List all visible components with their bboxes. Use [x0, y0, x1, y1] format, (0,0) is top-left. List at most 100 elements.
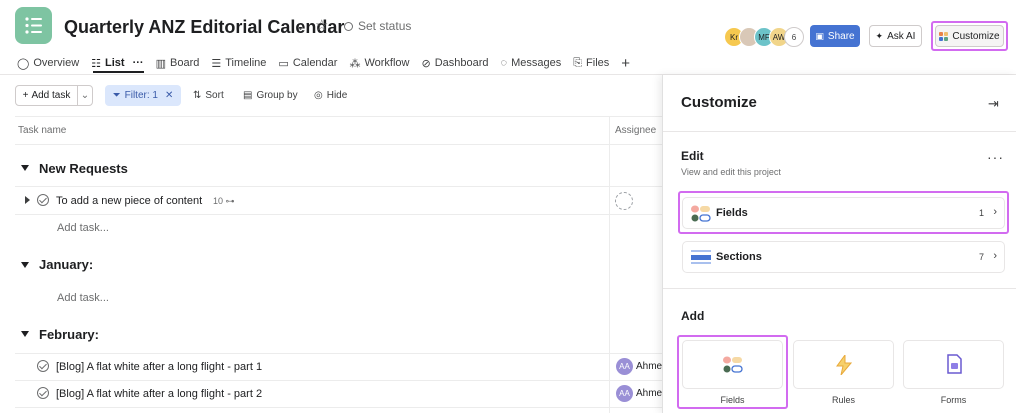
- tab-label: Dashboard: [434, 57, 489, 69]
- add-tab-button[interactable]: +: [621, 54, 631, 72]
- chevron-right-icon: ›: [993, 250, 997, 262]
- edit-section-title: Edit: [681, 149, 704, 163]
- row-divider: [15, 380, 663, 381]
- sections-count: 7: [978, 252, 984, 262]
- section-title[interactable]: New Requests: [39, 161, 128, 176]
- hide-button[interactable]: ◎ Hide: [314, 90, 347, 101]
- avatar[interactable]: AA: [616, 358, 633, 375]
- subtask-count[interactable]: 10 ⊶: [213, 196, 235, 207]
- sort-label: Sort: [205, 90, 224, 101]
- subtask-count-value: 10: [213, 196, 224, 206]
- add-task-main[interactable]: + Add task: [16, 86, 78, 105]
- task-name[interactable]: To add a new piece of content: [56, 195, 202, 207]
- sort-icon: ⇅: [193, 90, 202, 101]
- ask-ai-button[interactable]: ✦ Ask AI: [869, 25, 922, 47]
- column-header-task[interactable]: Task name: [18, 125, 66, 136]
- more-options-icon[interactable]: ···: [987, 149, 1004, 165]
- subtask-icon: ⊶: [225, 196, 235, 206]
- close-icon[interactable]: ✕: [165, 90, 173, 101]
- sections-label: Sections: [716, 251, 762, 263]
- column-divider: [609, 116, 610, 413]
- complete-task-checkbox[interactable]: [37, 387, 49, 399]
- tab-dashboard[interactable]: ⊘ Dashboard: [421, 55, 488, 71]
- calendar-icon: ▭: [278, 57, 289, 70]
- filter-button[interactable]: ⏷ Filter: 1 ✕: [105, 85, 181, 106]
- section-title[interactable]: February:: [39, 327, 99, 342]
- chevron-down-icon[interactable]: ⌄: [295, 18, 306, 34]
- expand-subtasks-icon[interactable]: [25, 196, 30, 204]
- sections-row[interactable]: Sections 7 ›: [682, 241, 1005, 273]
- tab-label: Timeline: [225, 57, 267, 69]
- tab-workflow[interactable]: ⁂ Workflow: [349, 55, 409, 71]
- avatar[interactable]: AA: [616, 385, 633, 402]
- customize-button[interactable]: Customize: [935, 25, 1004, 47]
- tab-label: Files: [586, 57, 610, 69]
- collapse-panel-icon[interactable]: ⇥: [988, 96, 999, 112]
- workflow-icon: ⁂: [349, 57, 361, 70]
- task-name[interactable]: [Blog] A flat white after a long flight …: [56, 388, 262, 400]
- fields-row-highlight: [678, 191, 1009, 234]
- task-name[interactable]: [Blog] A flat white after a long flight …: [56, 361, 262, 373]
- collapse-section-icon[interactable]: [21, 262, 29, 268]
- group-by-button[interactable]: ▤ Group by: [243, 90, 298, 101]
- customize-panel: Customize ⇥ Edit View and edit this proj…: [662, 75, 1016, 413]
- tab-label: Messages: [511, 57, 562, 69]
- share-icon: ▣: [815, 30, 824, 41]
- more-icon[interactable]: ···: [133, 57, 144, 69]
- project-icon[interactable]: [15, 7, 52, 44]
- tab-board[interactable]: ▥ Board: [156, 55, 200, 71]
- filter-icon: ⏷: [112, 90, 121, 101]
- add-task-inline[interactable]: Add task...: [57, 292, 109, 304]
- active-tab-indicator: [93, 71, 144, 73]
- row-divider: [15, 186, 663, 187]
- add-forms-card[interactable]: [903, 340, 1004, 389]
- panel-divider: [663, 131, 1016, 132]
- add-fields-highlight: [677, 335, 788, 409]
- plus-icon: +: [22, 90, 29, 101]
- set-status-button[interactable]: Set status: [344, 19, 411, 33]
- eye-off-icon: ◎: [314, 90, 323, 101]
- add-section-title: Add: [681, 309, 705, 323]
- header-row-border: [15, 144, 663, 145]
- table-top-border: [15, 116, 663, 117]
- group-icon: ▤: [243, 90, 253, 101]
- collapse-section-icon[interactable]: [21, 331, 29, 337]
- sort-button[interactable]: ⇅ Sort: [193, 90, 224, 101]
- project-tabs: ◯ Overview ☷ List ··· ▥ Board ☰ Timeline ▭ Cal…: [17, 54, 642, 72]
- group-by-label: Group by: [256, 90, 298, 101]
- add-task-button[interactable]: + Add task ⌄: [15, 85, 93, 106]
- files-icon: ⎘: [573, 56, 583, 69]
- star-icon[interactable]: ☆: [315, 16, 328, 34]
- overview-icon: ◯: [17, 57, 30, 70]
- list-icon: [25, 17, 42, 34]
- edit-section-subtitle: View and edit this project: [681, 167, 781, 177]
- tab-timeline[interactable]: ☰ Timeline: [211, 55, 266, 71]
- tab-list[interactable]: ☷ List ···: [91, 55, 143, 71]
- share-button[interactable]: ▣ Share: [810, 25, 860, 47]
- collapse-section-icon[interactable]: [21, 165, 29, 171]
- column-header-assignee[interactable]: Assignee: [615, 125, 656, 136]
- row-divider: [15, 407, 663, 408]
- add-rules-label: Rules: [831, 395, 855, 405]
- timeline-icon: ☰: [211, 57, 222, 70]
- complete-task-checkbox[interactable]: [37, 194, 49, 206]
- plus-icon: +: [621, 54, 631, 72]
- chevron-down-icon[interactable]: ⌄: [78, 86, 92, 105]
- complete-task-checkbox[interactable]: [37, 360, 49, 372]
- status-ring-icon: [344, 21, 353, 31]
- form-icon: [947, 354, 962, 374]
- tab-files[interactable]: ⎘ Files: [573, 55, 609, 71]
- filter-label: Filter: 1: [124, 90, 158, 101]
- sparkle-icon: ✦: [875, 30, 884, 41]
- assignee-name: Ahmet: [636, 388, 665, 399]
- tab-calendar[interactable]: ▭ Calendar: [278, 55, 337, 71]
- tab-overview[interactable]: ◯ Overview: [17, 55, 79, 71]
- tab-messages[interactable]: ◌ Messages: [501, 55, 562, 71]
- add-task-inline[interactable]: Add task...: [57, 222, 109, 234]
- assignee-empty-avatar[interactable]: [615, 192, 633, 210]
- customize-icon: [939, 31, 949, 41]
- add-rules-card[interactable]: [793, 340, 894, 389]
- tab-label: Workflow: [364, 57, 410, 69]
- member-count: 6: [784, 27, 804, 47]
- section-title[interactable]: January:: [39, 257, 93, 272]
